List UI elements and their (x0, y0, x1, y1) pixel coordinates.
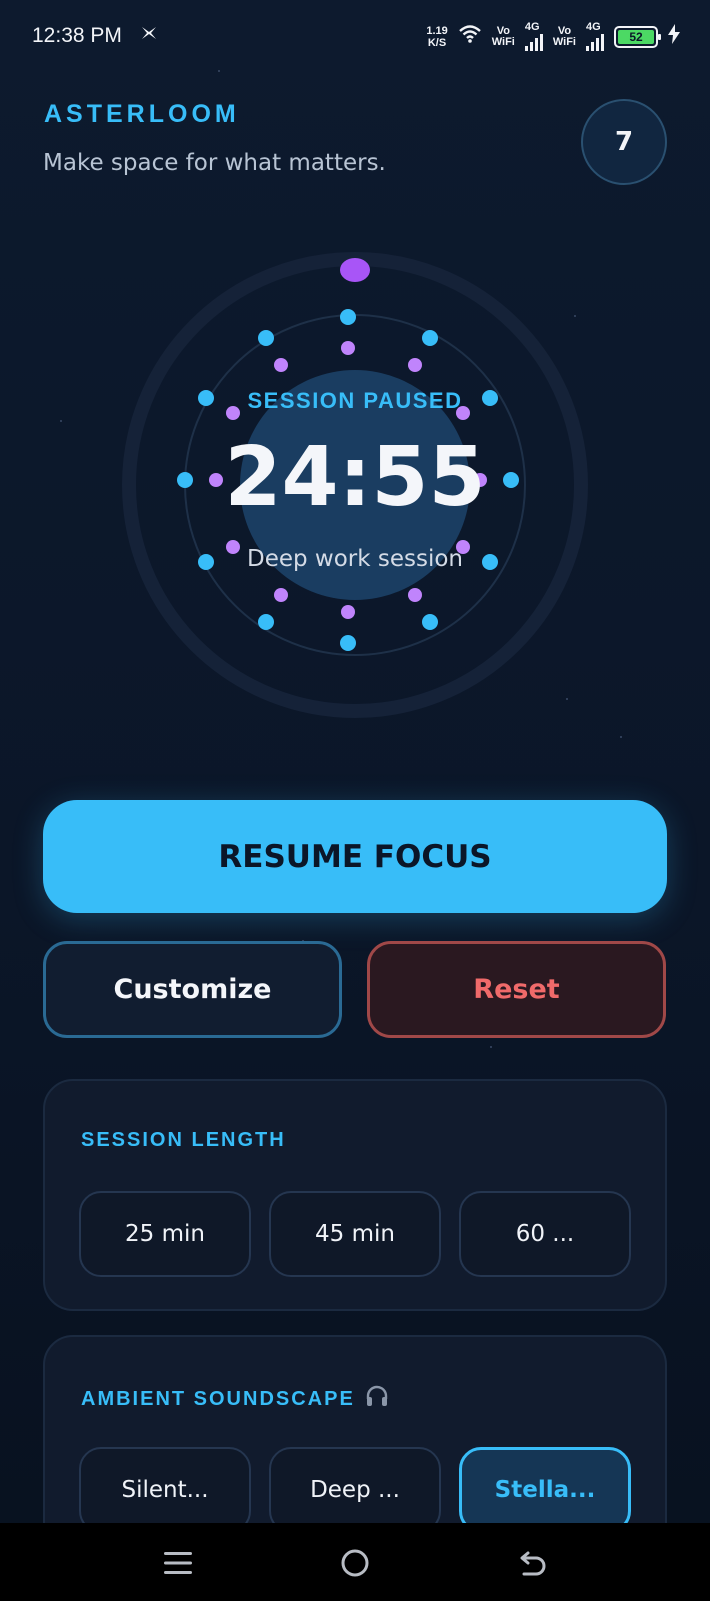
battery-icon: 52 (614, 25, 661, 48)
orbit-dot (340, 309, 356, 325)
session-length-option[interactable]: 25 min (79, 1191, 251, 1277)
streak-badge[interactable]: 7 (581, 99, 667, 185)
charging-bolt-icon (668, 24, 680, 49)
sim2-signal-icon: 4G (586, 22, 604, 51)
session-label: Deep work session (246, 546, 464, 572)
system-nav-bar (0, 1523, 710, 1601)
back-icon[interactable] (511, 1541, 555, 1585)
focus-timer: SESSION PAUSED 24:55 Deep work session (122, 252, 588, 718)
orbit-dot (341, 341, 355, 355)
orbit-dot (422, 330, 438, 346)
resume-focus-button[interactable]: RESUME FOCUS (43, 800, 667, 913)
battery-level: 52 (618, 29, 654, 44)
orbit-dot (422, 614, 438, 630)
headphones-icon (365, 1385, 389, 1413)
orbit-dot (274, 588, 288, 602)
app-tagline: Make space for what matters. (43, 150, 386, 176)
session-length-title: SESSION LENGTH (81, 1129, 286, 1151)
orbit-dot (341, 605, 355, 619)
reset-button[interactable]: Reset (367, 941, 666, 1038)
sim1-vowifi-label: Vo WiFi (491, 24, 515, 48)
orbit-dot (274, 358, 288, 372)
soundscape-option[interactable]: Silent... (79, 1447, 251, 1533)
app-notification-icon (140, 24, 158, 47)
soundscape-option[interactable]: Deep ... (269, 1447, 441, 1533)
timer-progress-handle[interactable] (340, 258, 370, 282)
status-bar: 12:38 PM 1.19 K/S Vo WiFi 4G Vo WiFi 4G … (0, 0, 710, 78)
wifi-icon (458, 24, 482, 49)
status-time: 12:38 PM (32, 24, 122, 47)
orbit-dot (408, 588, 422, 602)
sim2-vowifi-label: Vo WiFi (552, 24, 576, 48)
orbit-dot (258, 614, 274, 630)
customize-button[interactable]: Customize (43, 941, 342, 1038)
app-brand-title: ASTERLOOM (44, 100, 240, 128)
orbit-dot (340, 635, 356, 651)
sim1-signal-icon: 4G (524, 22, 543, 51)
menu-icon[interactable] (156, 1541, 200, 1585)
network-speed: 1.19 K/S (426, 24, 448, 49)
session-length-card: SESSION LENGTH 25 min 45 min 60 ... (43, 1079, 667, 1311)
session-length-option[interactable]: 45 min (269, 1191, 441, 1277)
soundscape-option-selected[interactable]: Stella... (459, 1447, 631, 1533)
ambient-soundscape-title: AMBIENT SOUNDSCAPE (81, 1385, 389, 1413)
orbit-dot (408, 358, 422, 372)
session-status: SESSION PAUSED (247, 388, 463, 413)
timer-countdown: 24:55 (224, 430, 486, 525)
session-length-option[interactable]: 60 ... (459, 1191, 631, 1277)
orbit-dot (258, 330, 274, 346)
home-icon[interactable] (333, 1541, 377, 1585)
